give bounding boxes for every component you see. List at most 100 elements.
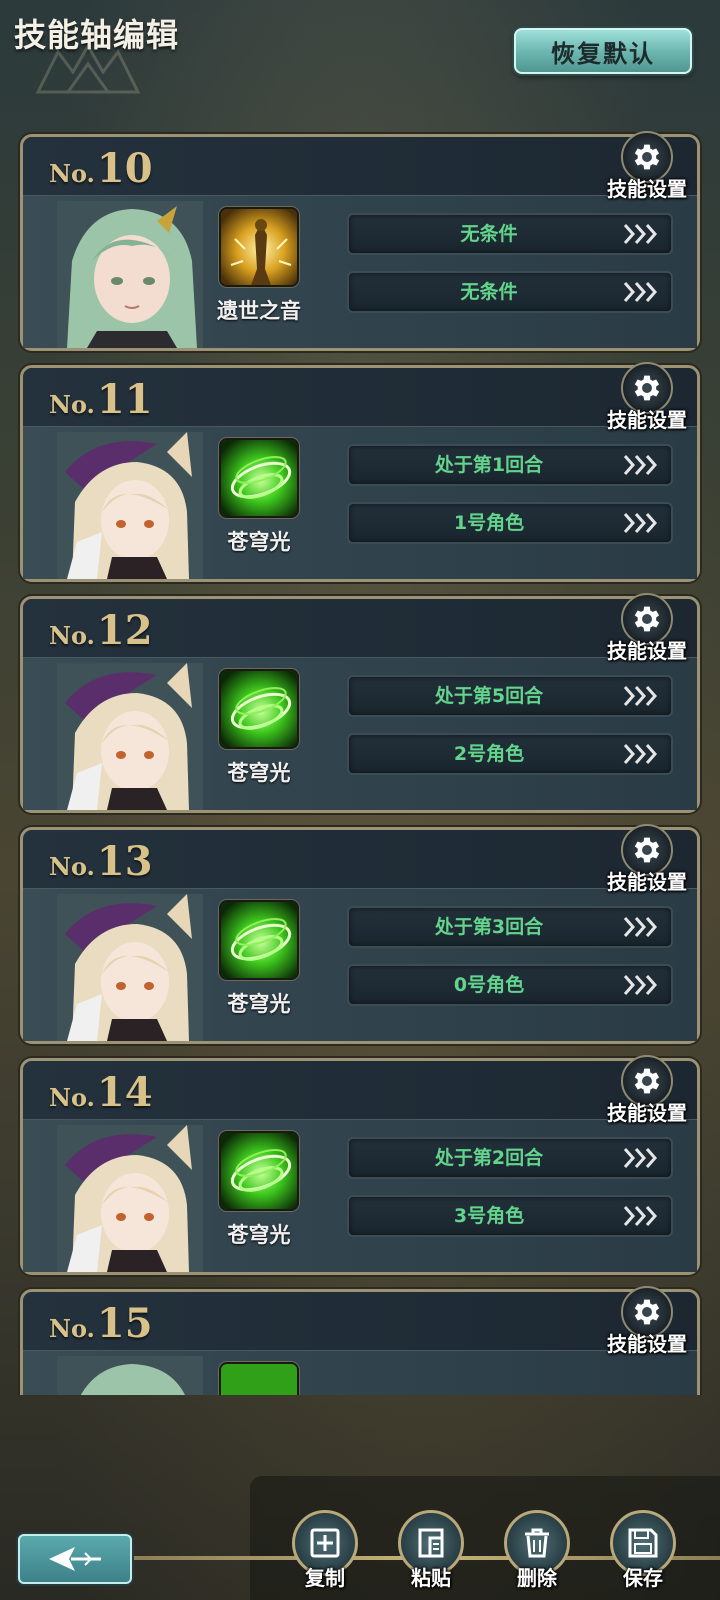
condition-text: 无条件 bbox=[460, 223, 518, 245]
entry-number: No. 11 bbox=[49, 376, 153, 423]
green-whirlwind-skill-icon bbox=[221, 1133, 297, 1209]
triple-chevron-right-icon bbox=[623, 455, 658, 475]
trash-icon bbox=[525, 1528, 549, 1558]
condition-text: 0号角色 bbox=[453, 974, 525, 996]
character-portrait[interactable] bbox=[57, 432, 203, 579]
delete-label: 删除 bbox=[517, 1566, 557, 1590]
character-portrait[interactable] bbox=[57, 1125, 203, 1272]
green-whirlwind-skill-icon bbox=[221, 440, 297, 516]
green-whirlwind-skill-icon bbox=[221, 671, 297, 747]
gear-icon bbox=[634, 375, 660, 401]
copy-icon bbox=[310, 1528, 340, 1558]
crest-emblem-icon bbox=[35, 42, 141, 94]
back-button[interactable] bbox=[18, 1534, 132, 1584]
golden-figure-skill-icon bbox=[221, 209, 297, 285]
skill-icon-button[interactable] bbox=[219, 1131, 299, 1211]
delete-button[interactable]: 删除 bbox=[504, 1510, 570, 1598]
triple-chevron-right-icon bbox=[623, 1148, 658, 1168]
copy-button[interactable]: 复制 bbox=[292, 1510, 358, 1598]
timeline-entry-card: No. 10 技能设置 遗世之音 无条件 无条件 bbox=[20, 131, 700, 351]
skill-icon-button[interactable] bbox=[219, 207, 299, 287]
paste-label: 粘贴 bbox=[411, 1566, 451, 1590]
skill-settings-button[interactable]: 技能设置 bbox=[607, 362, 687, 432]
timeline-entry-card: No. 11 技能设置 苍穹光 处于第1回合 1号角色 bbox=[20, 362, 700, 582]
skill-settings-label: 技能设置 bbox=[607, 408, 687, 432]
condition-selector[interactable]: 处于第5回合 bbox=[347, 675, 673, 717]
save-button[interactable]: 保存 bbox=[610, 1510, 676, 1598]
entry-number: No. 12 bbox=[49, 607, 153, 654]
character-portrait[interactable] bbox=[57, 894, 203, 1041]
condition-text: 处于第3回合 bbox=[434, 916, 544, 938]
blonde-rabbit-eared-girl-portrait bbox=[57, 663, 203, 810]
save-disk-icon bbox=[628, 1528, 658, 1558]
entry-number: No. 13 bbox=[49, 838, 153, 885]
condition-selector[interactable]: 处于第2回合 bbox=[347, 1137, 673, 1179]
condition-text: 无条件 bbox=[460, 281, 518, 303]
triple-chevron-right-icon bbox=[623, 686, 658, 706]
green-haired-heroine-portrait bbox=[57, 1356, 203, 1395]
paste-button[interactable]: 粘贴 bbox=[398, 1510, 464, 1598]
skill-name: 苍穹光 bbox=[227, 992, 291, 1016]
skill-settings-button[interactable]: 技能设置 bbox=[607, 1286, 687, 1356]
skill-settings-label: 技能设置 bbox=[607, 639, 687, 663]
skill-name: 遗世之音 bbox=[217, 299, 301, 323]
green-whirlwind-skill-icon bbox=[221, 1364, 297, 1395]
triple-chevron-right-icon bbox=[623, 744, 658, 764]
skill-settings-label: 技能设置 bbox=[607, 1101, 687, 1125]
entry-number: No. 14 bbox=[49, 1069, 153, 1116]
skill-settings-button[interactable]: 技能设置 bbox=[607, 1055, 687, 1125]
gear-icon bbox=[634, 1068, 660, 1094]
entry-number: No. 15 bbox=[49, 1300, 153, 1347]
skill-timeline-list[interactable]: No. 10 技能设置 遗世之音 无条件 无条件 No. 11 技能设置 苍穹光… bbox=[0, 130, 720, 1395]
skill-icon-button[interactable] bbox=[219, 669, 299, 749]
condition-text: 3号角色 bbox=[453, 1205, 525, 1227]
skill-name: 苍穹光 bbox=[227, 1223, 291, 1247]
condition-selector[interactable]: 2号角色 bbox=[347, 733, 673, 775]
timeline-entry-card: No. 13 技能设置 苍穹光 处于第3回合 0号角色 bbox=[20, 824, 700, 1044]
condition-text: 处于第5回合 bbox=[434, 685, 544, 707]
condition-selector[interactable]: 无条件 bbox=[347, 213, 673, 255]
gear-icon bbox=[634, 606, 660, 632]
character-portrait[interactable] bbox=[57, 1356, 203, 1395]
skill-icon-button[interactable] bbox=[219, 1362, 299, 1395]
blonde-rabbit-eared-girl-portrait bbox=[57, 894, 203, 1041]
green-haired-heroine-portrait bbox=[57, 201, 203, 348]
triple-chevron-right-icon bbox=[623, 513, 658, 533]
skill-icon-button[interactable] bbox=[219, 900, 299, 980]
condition-selector[interactable]: 0号角色 bbox=[347, 964, 673, 1006]
condition-text: 处于第2回合 bbox=[434, 1147, 544, 1169]
skill-settings-label: 技能设置 bbox=[607, 1332, 687, 1356]
character-portrait[interactable] bbox=[57, 201, 203, 348]
skill-name: 苍穹光 bbox=[227, 761, 291, 785]
triple-chevron-right-icon bbox=[623, 1206, 658, 1226]
character-portrait[interactable] bbox=[57, 663, 203, 810]
skill-settings-button[interactable]: 技能设置 bbox=[607, 824, 687, 894]
skill-settings-button[interactable]: 技能设置 bbox=[607, 593, 687, 663]
skill-settings-label: 技能设置 bbox=[607, 870, 687, 894]
skill-settings-button[interactable]: 技能设置 bbox=[607, 131, 687, 201]
timeline-entry-card: No. 12 技能设置 苍穹光 处于第5回合 2号角色 bbox=[20, 593, 700, 813]
save-label: 保存 bbox=[623, 1566, 663, 1590]
green-whirlwind-skill-icon bbox=[221, 902, 297, 978]
skill-timeline-editor: { "header": { "title": "技能轴编辑", "reset_l… bbox=[0, 0, 720, 1600]
triple-chevron-right-icon bbox=[623, 224, 658, 244]
blonde-rabbit-eared-girl-portrait bbox=[57, 1125, 203, 1272]
reset-default-button[interactable]: 恢复默认 bbox=[514, 28, 692, 74]
condition-selector[interactable]: 处于第1回合 bbox=[347, 444, 673, 486]
condition-selector[interactable]: 处于第3回合 bbox=[347, 906, 673, 948]
condition-selector[interactable]: 3号角色 bbox=[347, 1195, 673, 1237]
condition-text: 处于第1回合 bbox=[434, 454, 544, 476]
blonde-rabbit-eared-girl-portrait bbox=[57, 432, 203, 579]
timeline-entry-card: No. 14 技能设置 苍穹光 处于第2回合 3号角色 bbox=[20, 1055, 700, 1275]
timeline-entry-card: No. 15 技能设置 bbox=[20, 1286, 700, 1395]
skill-name: 苍穹光 bbox=[227, 530, 291, 554]
skill-settings-label: 技能设置 bbox=[607, 177, 687, 201]
condition-selector[interactable]: 无条件 bbox=[347, 271, 673, 313]
condition-selector[interactable]: 1号角色 bbox=[347, 502, 673, 544]
paste-icon bbox=[418, 1528, 444, 1558]
gear-icon bbox=[634, 837, 660, 863]
gear-icon bbox=[634, 1299, 660, 1325]
skill-icon-button[interactable] bbox=[219, 438, 299, 518]
gear-icon bbox=[634, 144, 660, 170]
entry-number: No. 10 bbox=[49, 145, 153, 192]
